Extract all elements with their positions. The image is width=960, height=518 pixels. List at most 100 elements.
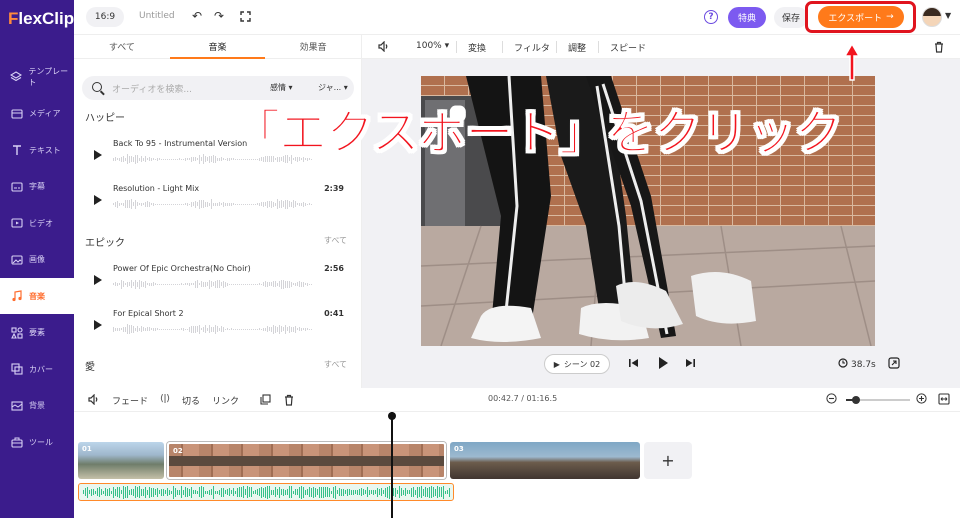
zoom-dropdown[interactable]: 100% ▾ — [416, 41, 449, 51]
section-title: エピック — [85, 238, 125, 249]
sidebar-item[interactable]: カバー — [0, 351, 74, 387]
elements-icon — [10, 326, 23, 339]
media-icon — [10, 107, 23, 120]
video-icon — [10, 217, 23, 230]
sidebar-item[interactable]: 要素 — [0, 315, 74, 351]
redo-icon[interactable]: ↷ — [212, 9, 226, 23]
sidebar-item[interactable]: 背景 — [0, 388, 74, 424]
flexclip-logo[interactable]: FlexClip — [0, 0, 74, 38]
trash-icon[interactable] — [284, 394, 294, 409]
sidebar-item[interactable]: 音楽 — [0, 278, 74, 314]
avatar[interactable] — [922, 7, 942, 27]
chevron-down-icon[interactable]: ▼ — [945, 11, 951, 20]
link-button[interactable]: リンク — [212, 394, 239, 407]
audio-track[interactable]: For Epical Short 2 0:41 — [94, 306, 350, 342]
section-title: ハッピー — [85, 113, 125, 124]
panel-tab[interactable]: 音楽 — [169, 35, 266, 59]
trash-icon[interactable] — [934, 41, 944, 56]
aspect-ratio-button[interactable]: 16:9 — [86, 7, 124, 27]
track-duration: 2:56 — [324, 264, 344, 273]
sidebar-item-label: 要素 — [29, 328, 45, 337]
background-icon — [10, 399, 23, 412]
waveform — [113, 198, 313, 210]
audio-track[interactable]: Power Of Epic Orchestra(No Choir) 2:56 — [94, 261, 350, 297]
audio-track[interactable]: Resolution - Light Mix 2:39 — [94, 181, 350, 217]
sidebar-item[interactable]: テキスト — [0, 132, 74, 168]
see-all-link[interactable]: すべて — [324, 235, 347, 246]
zoom-in-icon[interactable] — [916, 393, 927, 407]
panel-tab[interactable]: 効果音 — [265, 35, 361, 58]
zoom-out-icon[interactable] — [826, 393, 837, 407]
playhead[interactable] — [388, 412, 396, 518]
sidebar-item[interactable]: 字幕 — [0, 169, 74, 205]
scene-duration[interactable]: 38.7s — [838, 358, 876, 371]
sidebar-item-label: メディア — [29, 109, 61, 118]
add-clip-button[interactable]: + — [644, 442, 692, 479]
scene-selector-button[interactable]: ▶ シーン 02 — [544, 354, 610, 374]
play-icon: ▶ — [553, 359, 560, 369]
genre-filter-dropdown[interactable]: ジャ... ▾ — [318, 82, 348, 93]
video-clip-selected[interactable]: 02 — [167, 442, 446, 479]
search-input[interactable]: オーディオを検索... — [112, 82, 192, 95]
sidebar-item-label: 音楽 — [29, 291, 45, 301]
layers-icon — [10, 71, 23, 84]
video-clip[interactable]: 03 — [450, 442, 640, 479]
play-icon[interactable] — [94, 195, 102, 205]
waveform — [113, 278, 313, 290]
timeline-zoom-slider[interactable] — [846, 396, 910, 404]
play-icon[interactable] — [94, 150, 102, 160]
subtitle-icon — [10, 180, 23, 193]
volume-icon[interactable] — [88, 393, 100, 408]
tools-icon — [10, 436, 23, 449]
waveform — [113, 323, 313, 335]
perks-button[interactable]: 特典 — [728, 7, 766, 28]
search-icon — [92, 82, 102, 92]
track-name: Resolution - Light Mix — [113, 184, 200, 193]
adjust-button[interactable]: 調整 — [568, 41, 586, 54]
mood-filter-dropdown[interactable]: 感情 ▾ — [270, 82, 293, 93]
track-name: Back To 95 - Instrumental Version — [113, 139, 248, 148]
fade-button[interactable]: フェード — [112, 394, 148, 407]
play-icon[interactable] — [94, 275, 102, 285]
skip-forward-icon[interactable] — [684, 357, 696, 372]
zoom-slider-handle[interactable] — [851, 396, 860, 404]
audio-track-clip[interactable] — [78, 483, 454, 501]
filter-button[interactable]: フィルタ — [514, 41, 550, 54]
sidebar-item[interactable]: 画像 — [0, 242, 74, 278]
split-icon[interactable]: ⟨|⟩ — [160, 394, 170, 404]
sidebar-item[interactable]: メディア — [0, 96, 74, 132]
play-icon[interactable] — [94, 320, 102, 330]
preview-toolbar: 100% ▾ 変換 フィルタ 調整 スピード — [362, 35, 960, 59]
see-all-link[interactable]: すべて — [324, 359, 347, 370]
fullscreen-icon[interactable] — [238, 9, 252, 23]
music-icon — [10, 290, 23, 303]
track-duration: 0:41 — [324, 309, 344, 318]
help-icon[interactable]: ? — [704, 10, 718, 24]
sidebar-item-label: 字幕 — [29, 182, 45, 191]
play-button[interactable] — [656, 356, 670, 373]
sidebar-item[interactable]: ツール — [0, 424, 74, 460]
sidebar-item-label: 画像 — [29, 255, 45, 264]
cut-button[interactable]: 切る — [182, 394, 200, 407]
text-icon — [10, 144, 23, 157]
fit-timeline-icon[interactable] — [938, 393, 950, 408]
sidebar-item-label: 背景 — [29, 401, 45, 410]
panel-tab[interactable]: すべて — [74, 35, 170, 58]
sidebar-item[interactable]: テンプレート — [0, 59, 74, 95]
speed-button[interactable]: スピード — [610, 41, 646, 54]
save-button[interactable]: 保存 — [774, 7, 808, 28]
sidebar-item-label: テンプレート — [28, 67, 69, 87]
sidebar-item[interactable]: ビデオ — [0, 205, 74, 241]
skip-back-icon[interactable] — [628, 357, 640, 372]
fullscreen-preview-icon[interactable] — [888, 357, 900, 372]
project-title[interactable]: Untitled — [139, 11, 175, 21]
timeline: 01 02 03 + — [74, 412, 960, 518]
sidebar: FlexClip テンプレートメディアテキスト字幕ビデオ画像音楽要素カバー背景ツ… — [0, 0, 74, 518]
transform-button[interactable]: 変換 — [468, 41, 486, 54]
sidebar-item-label: カバー — [29, 364, 53, 374]
track-name: Power Of Epic Orchestra(No Choir) — [113, 264, 251, 273]
video-clip[interactable]: 01 — [78, 442, 164, 479]
volume-icon[interactable] — [378, 40, 390, 55]
undo-icon[interactable]: ↶ — [190, 9, 204, 23]
duplicate-icon[interactable] — [260, 394, 271, 408]
